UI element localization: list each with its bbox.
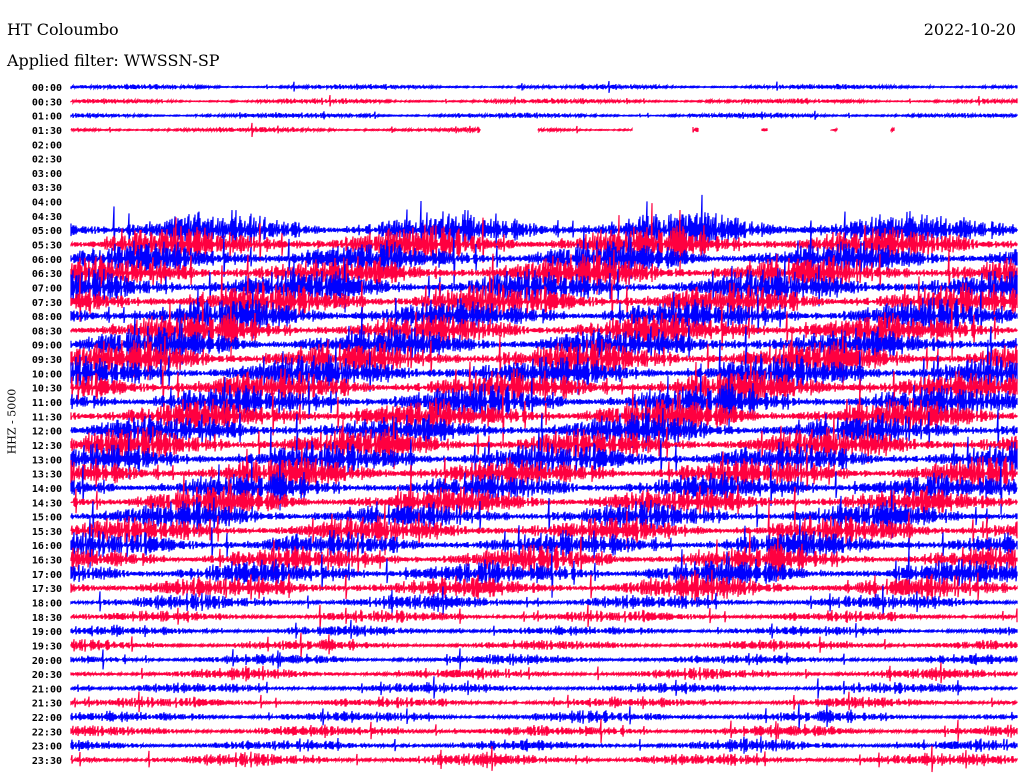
row-time-label: 22:30 xyxy=(32,727,62,738)
helicorder-chart: HT Coloumbo 2022-10-20 Applied filter: W… xyxy=(0,0,1024,780)
row-time-label: 19:00 xyxy=(32,627,62,638)
row-time-label: 13:30 xyxy=(32,470,62,481)
row-time-label: 10:30 xyxy=(32,384,62,395)
trace-row-0100 xyxy=(70,110,1018,120)
row-time-label: 21:00 xyxy=(32,684,62,695)
row-time-label: 01:00 xyxy=(32,112,62,123)
trace-row-1900 xyxy=(70,619,1018,639)
row-time-label: 03:30 xyxy=(32,183,62,194)
row-time-label: 12:00 xyxy=(32,427,62,438)
trace-row-2230 xyxy=(70,719,1018,743)
row-time-label: 15:00 xyxy=(32,513,62,524)
row-time-label: 01:30 xyxy=(32,126,62,137)
row-time-label: 20:00 xyxy=(32,656,62,667)
row-time-label: 00:30 xyxy=(32,97,62,108)
row-time-label: 18:30 xyxy=(32,613,62,624)
row-time-label: 11:00 xyxy=(32,398,62,409)
row-time-label: 17:30 xyxy=(32,584,62,595)
trace-area: 00:00 00:30 01:00 01:30 02:00 02:30 03:00 03:30… xyxy=(32,81,1018,773)
row-time-label: 03:00 xyxy=(32,169,62,180)
row-time-label: 05:00 xyxy=(32,226,62,237)
trace-row-0030 xyxy=(70,95,1018,107)
row-time-label: 21:30 xyxy=(32,699,62,710)
trace-row-2130 xyxy=(70,691,1018,713)
row-time-label: 12:30 xyxy=(32,441,62,452)
trace-row-1830 xyxy=(70,604,1018,629)
row-time-label: 09:00 xyxy=(32,341,62,352)
row-time-label: 14:00 xyxy=(32,484,62,495)
row-time-label: 00:00 xyxy=(32,83,62,94)
trace-row-2100 xyxy=(70,676,1018,699)
row-time-label: 22:00 xyxy=(32,713,62,724)
row-time-label: 17:00 xyxy=(32,570,62,581)
row-time-label: 16:30 xyxy=(32,556,62,567)
row-time-label: 04:30 xyxy=(32,212,62,223)
trace-row-2030 xyxy=(70,662,1018,684)
row-time-label: 16:00 xyxy=(32,541,62,552)
row-time-label: 11:30 xyxy=(32,412,62,423)
row-time-label: 23:00 xyxy=(32,742,62,753)
row-time-label: 05:30 xyxy=(32,241,62,252)
row-time-label: 18:00 xyxy=(32,598,62,609)
row-time-label: 13:00 xyxy=(32,455,62,466)
row-time-label: 08:00 xyxy=(32,312,62,323)
row-time-label: 02:00 xyxy=(32,140,62,151)
trace-row-2300 xyxy=(70,736,1018,754)
row-time-label: 06:30 xyxy=(32,269,62,280)
row-time-label: 14:30 xyxy=(32,498,62,509)
row-time-label: 09:30 xyxy=(32,355,62,366)
row-time-label: 23:30 xyxy=(32,756,62,767)
trace-row-1930 xyxy=(70,632,1018,658)
row-time-label: 06:00 xyxy=(32,255,62,266)
row-time-label: 07:30 xyxy=(32,298,62,309)
trace-row-2330 xyxy=(70,745,1018,773)
row-time-label: 19:30 xyxy=(32,641,62,652)
row-time-label: 15:30 xyxy=(32,527,62,538)
row-time-label: 07:00 xyxy=(32,283,62,294)
trace-row-0130 xyxy=(70,122,895,138)
row-time-label: 20:30 xyxy=(32,670,62,681)
trace-row-0000 xyxy=(70,81,1018,93)
row-time-label: 10:00 xyxy=(32,369,62,380)
row-time-label: 04:00 xyxy=(32,198,62,209)
row-time-label: 02:30 xyxy=(32,155,62,166)
trace-row-2000 xyxy=(70,648,1018,670)
trace-row-2200 xyxy=(70,703,1018,730)
row-time-label: 08:30 xyxy=(32,326,62,337)
